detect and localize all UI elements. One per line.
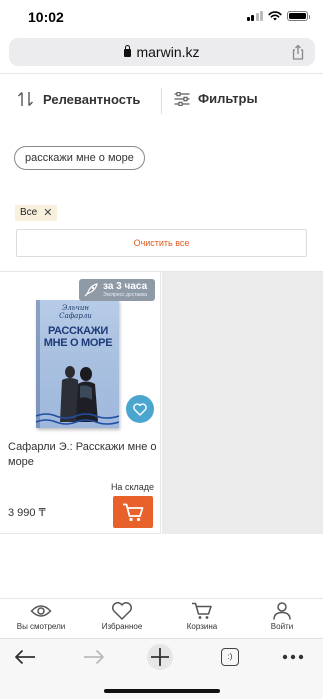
- empty-grid-cell: [162, 272, 323, 534]
- url-text: marwin.kz: [136, 44, 200, 60]
- status-icons: [246, 11, 310, 21]
- search-query-chip[interactable]: расскажи мне о море: [14, 146, 145, 170]
- share-icon[interactable]: [291, 44, 305, 60]
- nav-item-favorites[interactable]: Избранное: [87, 602, 157, 631]
- filter-sliders-icon: [174, 91, 190, 106]
- header-divider: [0, 73, 323, 74]
- new-tab-button[interactable]: [145, 644, 175, 670]
- sort-filter-bar: Релевантность Фильтры: [0, 88, 323, 116]
- user-icon: [273, 602, 291, 620]
- book-cover-image[interactable]: Эльчин Сафарли РАССКАЖИ МНЕ О МОРЕ: [36, 300, 119, 428]
- add-to-cart-button[interactable]: [113, 496, 153, 528]
- plus-icon: [147, 644, 173, 670]
- filter-chip-all[interactable]: Все ✕: [15, 205, 58, 221]
- sort-label: Релевантность: [43, 91, 141, 107]
- rocket-icon: [84, 283, 98, 297]
- nav-label-favorites: Избранное: [101, 622, 143, 631]
- lock-icon: [124, 45, 132, 57]
- url-display[interactable]: marwin.kz: [9, 44, 315, 60]
- filters-button[interactable]: Фильтры: [174, 91, 258, 106]
- stock-status: На складе: [110, 482, 154, 492]
- sort-button[interactable]: Релевантность: [17, 91, 140, 107]
- express-delivery-badge: за 3 часа Экспресс доставка: [79, 279, 155, 301]
- signal-icon: [246, 11, 263, 21]
- nav-item-viewed[interactable]: Вы смотрели: [6, 602, 76, 631]
- sort-separator: [161, 88, 162, 114]
- add-to-favorites-button[interactable]: [126, 395, 154, 423]
- product-card[interactable]: Эльчин Сафарли РАССКАЖИ МНЕ О МОРЕ за 3 …: [0, 272, 161, 534]
- cover-waves: [36, 413, 119, 425]
- sort-arrows-icon: [18, 92, 33, 106]
- nav-item-cart[interactable]: Корзина: [167, 602, 237, 631]
- nav-item-login[interactable]: Войти: [247, 602, 317, 631]
- cart-icon: [192, 602, 212, 619]
- close-icon[interactable]: ✕: [43, 205, 52, 221]
- heart-icon: [112, 602, 132, 620]
- forward-button[interactable]: [79, 645, 109, 669]
- status-time: 10:02: [28, 9, 64, 25]
- back-button[interactable]: [10, 645, 40, 669]
- filters-label: Фильтры: [198, 91, 258, 106]
- bottom-nav: Вы смотрели Избранное Корзина Войти: [0, 598, 323, 638]
- nav-label-login: Войти: [270, 622, 294, 631]
- eye-icon: [30, 605, 52, 617]
- more-menu-button[interactable]: [278, 645, 308, 669]
- address-bar[interactable]: marwin.kz: [9, 38, 315, 66]
- filter-chip-label: Все: [20, 207, 38, 218]
- status-bar: 10:02: [0, 0, 323, 36]
- home-indicator: [104, 689, 220, 693]
- clear-all-button[interactable]: Очистить все: [16, 229, 307, 257]
- cart-icon: [123, 503, 144, 521]
- arrow-left-icon: [15, 649, 35, 665]
- battery-icon: [287, 11, 310, 21]
- cover-author: Эльчин Сафарли: [59, 304, 92, 320]
- browser-toolbar: :): [0, 638, 323, 699]
- arrow-right-icon: [84, 649, 104, 665]
- wifi-icon: [268, 11, 282, 21]
- delivery-time: за 3 часа: [103, 281, 148, 292]
- heart-icon: [133, 402, 147, 416]
- cover-title: РАССКАЖИ МНЕ О МОРЕ: [43, 325, 113, 349]
- more-dots-icon: [282, 654, 304, 660]
- nav-label-viewed: Вы смотрели: [16, 622, 66, 631]
- delivery-subtitle: Экспресс доставка: [103, 292, 147, 298]
- nav-label-cart: Корзина: [186, 622, 218, 631]
- product-title[interactable]: Сафарли Э.: Расскажи мне о море: [8, 440, 158, 470]
- tabs-button[interactable]: :): [215, 645, 245, 669]
- product-price: 3 990 ₸: [8, 507, 46, 519]
- tabs-count: :): [221, 648, 239, 666]
